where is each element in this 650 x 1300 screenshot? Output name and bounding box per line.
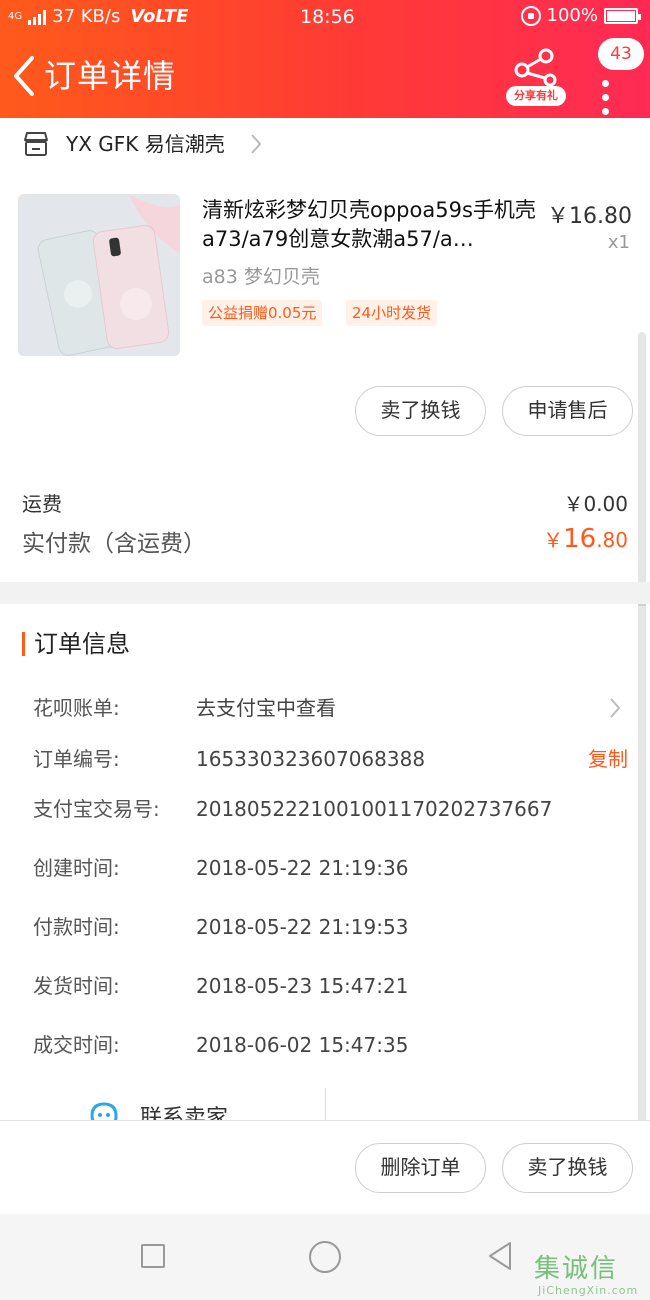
apply-aftersale-button[interactable]: 申请售后 (502, 386, 633, 436)
paid-decimal: .80 (596, 528, 628, 552)
network-type: 4G (8, 10, 23, 22)
info-value: 2018-05-22 21:19:36 (196, 856, 409, 880)
battery-icon (604, 7, 641, 24)
status-right: 100% (520, 5, 641, 26)
back-icon[interactable] (10, 54, 40, 98)
section-divider (0, 582, 650, 604)
message-count-badge: 43 (598, 38, 644, 70)
info-row-created-time: 创建时间: 2018-05-22 21:19:36 (0, 853, 650, 883)
chevron-right-icon (251, 134, 262, 154)
info-row-shipped-time: 发货时间: 2018-05-23 15:47:21 (0, 971, 650, 1001)
scrollbar-track[interactable] (638, 332, 646, 1122)
circle-nav-icon[interactable] (309, 1241, 341, 1273)
paid-integer: 16 (563, 524, 597, 554)
product-image[interactable] (18, 194, 180, 356)
bottom-action-bar: 删除订单 卖了换钱 (0, 1120, 650, 1214)
share-label: 分享有礼 (506, 86, 566, 106)
product-title[interactable]: 清新炫彩梦幻贝壳oppoa59s手机壳a73/a79创意女款潮a57/a… (202, 196, 536, 254)
info-row-huabei[interactable]: 花呗账单: 去支付宝中查看 (0, 693, 650, 723)
rotation-lock-icon (520, 5, 541, 26)
info-label: 成交时间: (33, 1033, 120, 1057)
info-row-alipay-trade-no: 支付宝交易号: 2018052221001001170202737667 (0, 794, 650, 824)
clock: 18:56 (300, 6, 355, 28)
contact-seller[interactable]: 联系卖家 (0, 1088, 650, 1120)
share-icon (514, 48, 557, 87)
product-price: ￥16.80 (547, 204, 632, 229)
product-sku: a83 梦幻贝壳 (202, 266, 320, 288)
phone-case-illustration (18, 194, 180, 356)
product-quantity: x1 (607, 232, 630, 253)
shop-row[interactable]: YX GFK 易信潮壳 (0, 122, 650, 168)
contact-divider (325, 1088, 326, 1120)
info-value: 2018-05-23 15:47:21 (196, 974, 409, 998)
info-label: 订单编号: (33, 747, 120, 771)
info-label: 支付宝交易号: (33, 797, 160, 821)
info-label: 发货时间: (33, 974, 120, 998)
more-icon[interactable] (601, 80, 611, 120)
paid-label: 实付款（含运费） (22, 531, 206, 557)
info-value: 2018-06-02 15:47:35 (196, 1033, 409, 1057)
nav-bar: 订单详情 分享有礼 43 (0, 38, 650, 115)
paid-currency: ￥ (543, 528, 564, 552)
watermark-sub: JiChengXin.com (538, 1284, 639, 1297)
info-row-paid-time: 付款时间: 2018-05-22 21:19:53 (0, 912, 650, 942)
info-row-order-number: 订单编号: 165330323607068388 复制 (0, 744, 650, 774)
paid-value: ￥16.80 (543, 524, 628, 554)
watermark: 集诚信 JiChengXin.com (534, 1248, 650, 1300)
top-header: 4G 37 KB/s VoLTE 18:56 100% 订单详情 分享有礼 43 (0, 0, 650, 118)
tag-donation: 公益捐赠0.05元 (202, 300, 323, 326)
info-value: 165330323607068388 (196, 747, 426, 771)
battery-percent: 100% (546, 5, 598, 26)
price-summary: 运费 ￥0.00 实付款（含运费） ￥16.80 (0, 480, 650, 580)
network-speed: 37 KB/s (52, 6, 121, 27)
shipping-label: 运费 (22, 492, 62, 516)
chat-icon (90, 1102, 118, 1120)
tag-24h-shipping: 24小时发货 (346, 300, 438, 326)
signal-icon (28, 9, 47, 25)
sell-for-cash-button[interactable]: 卖了换钱 (355, 386, 486, 436)
volte-indicator: VoLTE (130, 6, 189, 27)
info-value: 2018052221001001170202737667 (196, 797, 553, 821)
shop-icon (24, 132, 48, 156)
info-label: 创建时间: (33, 856, 120, 880)
square-nav-icon[interactable] (141, 1244, 165, 1268)
share-button[interactable]: 分享有礼 (506, 46, 566, 108)
page-title: 订单详情 (44, 57, 177, 95)
watermark-main: 集诚信 (534, 1254, 619, 1284)
info-value[interactable]: 去支付宝中查看 (196, 693, 336, 723)
info-label: 付款时间: (33, 915, 120, 939)
info-value: 2018-05-22 21:19:53 (196, 915, 409, 939)
contact-seller-label[interactable]: 联系卖家 (140, 1100, 228, 1120)
shipping-value: ￥0.00 (563, 492, 628, 516)
order-info-title: 订单信息 (22, 628, 130, 660)
status-bar: 4G 37 KB/s VoLTE 18:56 100% (0, 0, 650, 34)
info-row-completed-time: 成交时间: 2018-06-02 15:47:35 (0, 1030, 650, 1060)
info-label: 花呗账单: (33, 696, 120, 720)
sell-for-cash-bottom-button[interactable]: 卖了换钱 (502, 1143, 633, 1193)
delete-order-button[interactable]: 删除订单 (355, 1143, 486, 1193)
copy-button[interactable]: 复制 (588, 744, 628, 774)
triangle-back-nav-icon[interactable] (486, 1240, 514, 1272)
product-item[interactable]: 清新炫彩梦幻贝壳oppoa59s手机壳a73/a79创意女款潮a57/a… ￥1… (0, 190, 650, 365)
status-left: 4G 37 KB/s VoLTE (8, 6, 188, 27)
chevron-right-icon (610, 698, 621, 718)
shop-name[interactable]: YX GFK 易信潮壳 (66, 130, 225, 158)
